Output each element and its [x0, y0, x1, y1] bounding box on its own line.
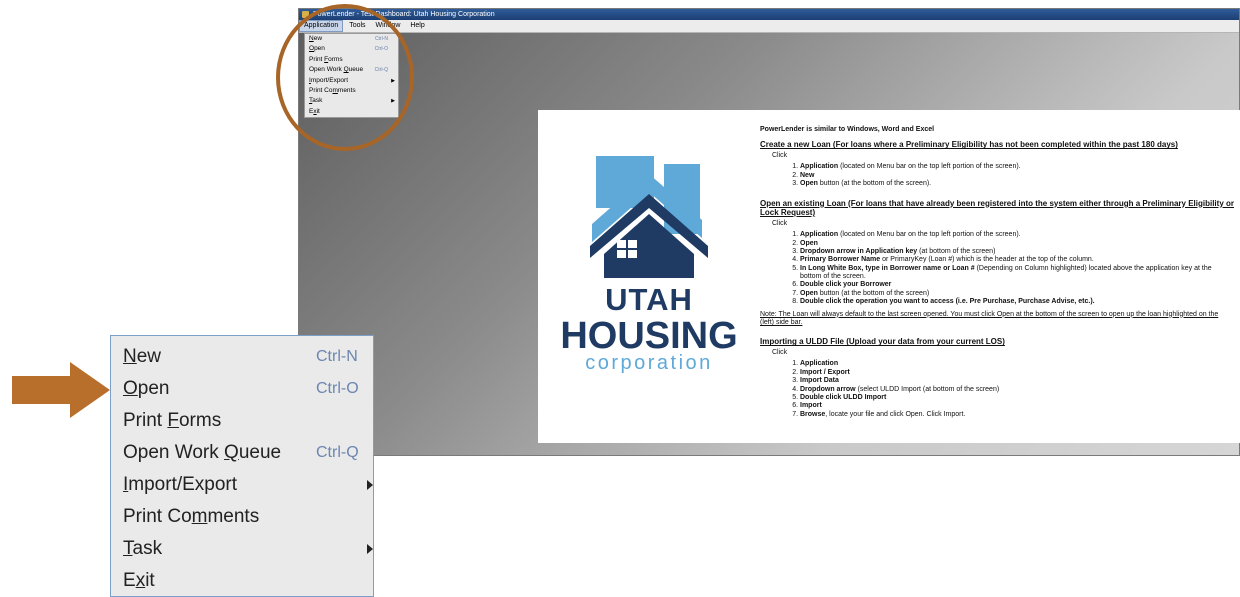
step-bold-text: Import / Export	[800, 368, 850, 376]
step-bold-text: Double click the operation you want to a…	[800, 298, 1095, 306]
step-item: Open button (at the bottom of the screen…	[800, 180, 1234, 188]
step-text: button (at the bottom of the screen).	[817, 180, 932, 188]
step-item: Browse, locate your file and click Open.…	[800, 411, 1234, 419]
step-bold-text: Double click ULDD Import	[800, 393, 887, 401]
step-bold-text: Application	[800, 231, 839, 239]
step-bold-text: New	[800, 171, 815, 179]
menu-item-label: Import/Export	[123, 474, 238, 495]
step-item: Open	[800, 240, 1234, 248]
application-menu-zoomed: New Ctrl-N Open Ctrl-O Print Forms Open Work …	[110, 335, 374, 597]
step-bold-text: Primary Borrower Name	[800, 256, 881, 264]
step-text: (located on Menu bar on the top left por…	[838, 163, 1021, 171]
step-text: (at bottom of the screen)	[917, 247, 996, 255]
steps-list: ApplicationImport / ExportImport DataDro…	[794, 360, 1234, 419]
menu-item-open[interactable]: Open Ctrl-O	[123, 374, 373, 404]
step-bold-text: Application	[800, 360, 839, 368]
step-bold-text: Open	[800, 289, 818, 297]
title-bar: PowerLender - Test Dashboard: Utah Housi…	[299, 9, 1239, 20]
menu-item-open-work-queue[interactable]: Open Work Queue Ctrl-Q	[123, 438, 373, 468]
steps-list: Application (located on Menu bar on the …	[794, 231, 1234, 307]
menu-item-shortcut: Ctrl-N	[316, 348, 358, 365]
intro-text: PowerLender is similar to Windows, Word …	[760, 126, 935, 133]
menu-item-shortcut: Ctrl-Q	[316, 444, 359, 461]
step-bold-text: Open	[800, 239, 818, 247]
instructions-text: PowerLender is similar to Windows, Word …	[760, 126, 1234, 429]
logo-line-utah: UTAH	[605, 282, 693, 317]
step-item: Application (located on Menu bar on the …	[800, 231, 1234, 239]
step-item: Open button (at the bottom of the screen…	[800, 290, 1234, 298]
step-text: button (at the bottom of the screen)	[817, 289, 930, 297]
step-item: New	[800, 172, 1234, 180]
step-item: In Long White Box, type in Borrower name…	[800, 265, 1234, 282]
step-bold-text: Import Data	[800, 377, 839, 385]
menu-item-print-comments[interactable]: Print Comments	[123, 502, 373, 532]
step-item: Double click your Borrower	[800, 281, 1234, 289]
step-item: Import Data	[800, 377, 1234, 385]
submenu-arrow-icon	[367, 544, 373, 554]
step-item: Import	[800, 402, 1234, 410]
step-item: Import / Export	[800, 369, 1234, 377]
instruction-page: UTAH HOUSING corporation PowerLender is …	[538, 110, 1240, 443]
logo-line-corporation: corporation	[585, 352, 713, 374]
section-heading: Open an existing Loan (For loans that ha…	[760, 198, 1234, 218]
click-label: Click	[772, 151, 788, 159]
step-item: Application	[800, 360, 1234, 368]
note-text: Note: The Loan will always default to th…	[760, 310, 1219, 327]
menu-item-label: Exit	[123, 570, 155, 591]
section-heading: Create a new Loan (For loans where a Pre…	[760, 140, 1178, 150]
step-bold-text: Import	[800, 402, 822, 410]
step-text: , locate your file and click Open. Click…	[825, 410, 966, 418]
step-bold-text: Open	[800, 180, 818, 188]
house-logo-icon	[590, 156, 708, 278]
highlight-circle	[276, 4, 414, 151]
menu-item-new[interactable]: New Ctrl-N	[123, 342, 373, 372]
step-item: Double click the operation you want to a…	[800, 298, 1234, 306]
submenu-arrow-icon	[367, 480, 373, 490]
step-bold-text: In Long White Box, type in Borrower name…	[800, 264, 975, 272]
step-item: Primary Borrower Name or PrimaryKey (Loa…	[800, 256, 1234, 264]
menu-item-exit[interactable]: Exit	[123, 566, 373, 596]
menu-item-label: Open	[123, 378, 170, 399]
menu-item-label: Task	[123, 538, 163, 559]
menu-item-label: Print Comments	[123, 506, 260, 527]
step-item: Dropdown arrow in Application key (at bo…	[800, 248, 1234, 256]
step-item: Double click ULDD Import	[800, 394, 1234, 402]
steps-list: Application (located on Menu bar on the …	[794, 163, 1234, 188]
utah-housing-logo: UTAH HOUSING corporation	[546, 154, 752, 394]
menu-item-label: New	[123, 346, 162, 367]
menu-item-label: Open Work Queue	[123, 442, 282, 463]
menu-item-import-export[interactable]: Import/Export	[123, 470, 373, 500]
click-label: Click	[772, 219, 788, 227]
menu-bar: Application Tools Window Help	[299, 20, 1239, 33]
menu-item-label: Print Forms	[123, 410, 222, 431]
menu-item-print-forms[interactable]: Print Forms	[123, 406, 373, 436]
menu-help[interactable]: Help	[406, 20, 428, 32]
step-bold-text: Dropdown arrow in Application key	[800, 247, 918, 255]
step-text: (located on Menu bar on the top left por…	[838, 231, 1021, 239]
click-label: Click	[772, 349, 788, 357]
step-bold-text: Browse	[800, 410, 826, 418]
step-bold-text: Double click your Borrower	[800, 281, 892, 289]
menu-item-shortcut: Ctrl-O	[316, 380, 359, 397]
step-bold-text: Application	[800, 163, 839, 171]
section-heading: Importing a ULDD File (Upload your data …	[760, 337, 1005, 347]
right-arrow-icon	[12, 362, 110, 418]
step-item: Application (located on Menu bar on the …	[800, 163, 1234, 171]
step-bold-text: Dropdown arrow	[800, 385, 856, 393]
step-item: Dropdown arrow (select ULDD Import (at b…	[800, 386, 1234, 394]
step-text: (select ULDD Import (at bottom of the sc…	[855, 385, 1000, 393]
menu-item-task[interactable]: Task	[123, 534, 373, 564]
step-text: or PrimaryKey (Loan #) which is the head…	[880, 256, 1094, 264]
